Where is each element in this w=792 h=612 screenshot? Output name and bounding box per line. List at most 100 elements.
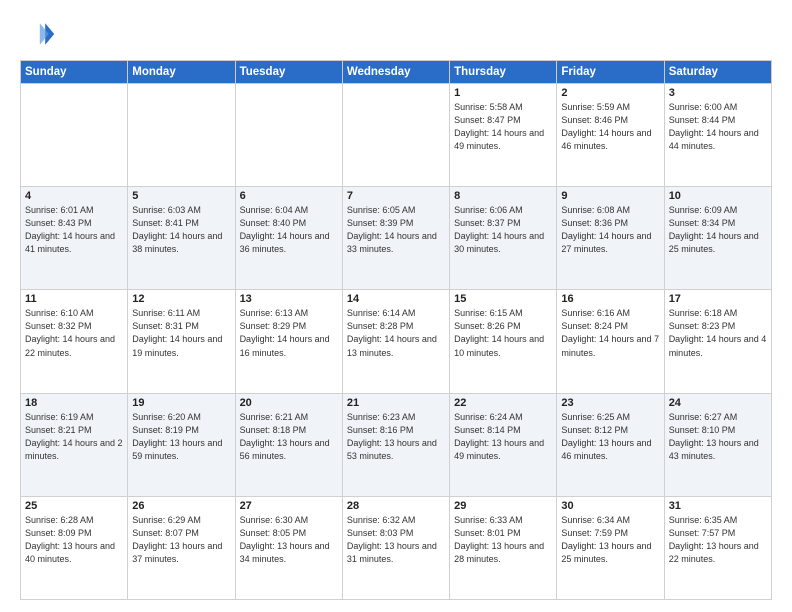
day-number: 7 bbox=[347, 190, 445, 202]
calendar-cell: 21 Sunrise: 6:23 AM Sunset: 8:16 PM Dayli… bbox=[342, 393, 449, 496]
day-info: Sunrise: 6:34 AM Sunset: 7:59 PM Dayligh… bbox=[561, 514, 659, 566]
day-number: 17 bbox=[669, 293, 767, 305]
day-info: Sunrise: 6:33 AM Sunset: 8:01 PM Dayligh… bbox=[454, 514, 552, 566]
day-number: 3 bbox=[669, 87, 767, 99]
day-info: Sunrise: 6:20 AM Sunset: 8:19 PM Dayligh… bbox=[132, 411, 230, 463]
day-info: Sunrise: 6:09 AM Sunset: 8:34 PM Dayligh… bbox=[669, 204, 767, 256]
weekday-header-tuesday: Tuesday bbox=[235, 61, 342, 84]
day-number: 20 bbox=[240, 397, 338, 409]
day-info: Sunrise: 6:27 AM Sunset: 8:10 PM Dayligh… bbox=[669, 411, 767, 463]
calendar-cell: 7Sunrise: 6:05 AM Sunset: 8:39 PM Daylig… bbox=[342, 187, 449, 290]
weekday-header-thursday: Thursday bbox=[450, 61, 557, 84]
calendar-cell: 10 Sunrise: 6:09 AM Sunset: 8:34 PM Dayli… bbox=[664, 187, 771, 290]
day-number: 21 bbox=[347, 397, 445, 409]
calendar-cell: 29Sunrise: 6:33 AM Sunset: 8:01 PM Dayli… bbox=[450, 496, 557, 599]
day-number: 25 bbox=[25, 500, 123, 512]
week-row-0: 1Sunrise: 5:58 AM Sunset: 8:47 PM Daylig… bbox=[21, 84, 772, 187]
calendar-cell: 2 Sunrise: 5:59 AM Sunset: 8:46 PM Daylig… bbox=[557, 84, 664, 187]
calendar-cell: 4Sunrise: 6:01 AM Sunset: 8:43 PM Daylig… bbox=[21, 187, 128, 290]
day-info: Sunrise: 6:28 AM Sunset: 8:09 PM Dayligh… bbox=[25, 514, 123, 566]
day-info: Sunrise: 6:25 AM Sunset: 8:12 PM Dayligh… bbox=[561, 411, 659, 463]
calendar-cell: 15Sunrise: 6:15 AM Sunset: 8:26 PM Dayli… bbox=[450, 290, 557, 393]
calendar-cell: 19 Sunrise: 6:20 AM Sunset: 8:19 PM Dayli… bbox=[128, 393, 235, 496]
day-info: Sunrise: 6:14 AM Sunset: 8:28 PM Dayligh… bbox=[347, 307, 445, 359]
calendar-cell: 1Sunrise: 5:58 AM Sunset: 8:47 PM Daylig… bbox=[450, 84, 557, 187]
day-info: Sunrise: 6:19 AM Sunset: 8:21 PM Dayligh… bbox=[25, 411, 123, 463]
calendar-cell: 23 Sunrise: 6:25 AM Sunset: 8:12 PM Dayli… bbox=[557, 393, 664, 496]
calendar-cell: 12Sunrise: 6:11 AM Sunset: 8:31 PM Dayli… bbox=[128, 290, 235, 393]
weekday-header-wednesday: Wednesday bbox=[342, 61, 449, 84]
calendar-cell: 30 Sunrise: 6:34 AM Sunset: 7:59 PM Dayli… bbox=[557, 496, 664, 599]
week-row-4: 25 Sunrise: 6:28 AM Sunset: 8:09 PM Dayli… bbox=[21, 496, 772, 599]
page: SundayMondayTuesdayWednesdayThursdayFrid… bbox=[0, 0, 792, 612]
calendar-cell bbox=[235, 84, 342, 187]
day-number: 16 bbox=[561, 293, 659, 305]
day-number: 28 bbox=[347, 500, 445, 512]
day-number: 26 bbox=[132, 500, 230, 512]
day-number: 19 bbox=[132, 397, 230, 409]
day-number: 1 bbox=[454, 87, 552, 99]
day-number: 14 bbox=[347, 293, 445, 305]
day-number: 10 bbox=[669, 190, 767, 202]
day-number: 12 bbox=[132, 293, 230, 305]
logo bbox=[20, 16, 60, 52]
day-number: 22 bbox=[454, 397, 552, 409]
day-info: Sunrise: 6:13 AM Sunset: 8:29 PM Dayligh… bbox=[240, 307, 338, 359]
calendar-cell: 26 Sunrise: 6:29 AM Sunset: 8:07 PM Dayli… bbox=[128, 496, 235, 599]
logo-icon bbox=[20, 16, 56, 52]
day-info: Sunrise: 6:18 AM Sunset: 8:23 PM Dayligh… bbox=[669, 307, 767, 359]
day-number: 15 bbox=[454, 293, 552, 305]
day-info: Sunrise: 6:08 AM Sunset: 8:36 PM Dayligh… bbox=[561, 204, 659, 256]
day-info: Sunrise: 6:00 AM Sunset: 8:44 PM Dayligh… bbox=[669, 101, 767, 153]
day-info: Sunrise: 6:35 AM Sunset: 7:57 PM Dayligh… bbox=[669, 514, 767, 566]
day-info: Sunrise: 6:24 AM Sunset: 8:14 PM Dayligh… bbox=[454, 411, 552, 463]
day-info: Sunrise: 6:32 AM Sunset: 8:03 PM Dayligh… bbox=[347, 514, 445, 566]
week-row-3: 18 Sunrise: 6:19 AM Sunset: 8:21 PM Dayli… bbox=[21, 393, 772, 496]
day-info: Sunrise: 6:06 AM Sunset: 8:37 PM Dayligh… bbox=[454, 204, 552, 256]
calendar-cell: 20 Sunrise: 6:21 AM Sunset: 8:18 PM Dayli… bbox=[235, 393, 342, 496]
day-number: 13 bbox=[240, 293, 338, 305]
day-number: 24 bbox=[669, 397, 767, 409]
calendar-cell: 25 Sunrise: 6:28 AM Sunset: 8:09 PM Dayli… bbox=[21, 496, 128, 599]
calendar-cell: 9 Sunrise: 6:08 AM Sunset: 8:36 PM Daylig… bbox=[557, 187, 664, 290]
weekday-header-row: SundayMondayTuesdayWednesdayThursdayFrid… bbox=[21, 61, 772, 84]
calendar-cell: 16 Sunrise: 6:16 AM Sunset: 8:24 PM Dayli… bbox=[557, 290, 664, 393]
calendar-cell bbox=[128, 84, 235, 187]
day-number: 11 bbox=[25, 293, 123, 305]
day-number: 30 bbox=[561, 500, 659, 512]
day-info: Sunrise: 6:01 AM Sunset: 8:43 PM Dayligh… bbox=[25, 204, 123, 256]
calendar-cell: 8 Sunrise: 6:06 AM Sunset: 8:37 PM Daylig… bbox=[450, 187, 557, 290]
day-number: 6 bbox=[240, 190, 338, 202]
day-info: Sunrise: 6:21 AM Sunset: 8:18 PM Dayligh… bbox=[240, 411, 338, 463]
day-info: Sunrise: 6:04 AM Sunset: 8:40 PM Dayligh… bbox=[240, 204, 338, 256]
calendar-cell: 11 Sunrise: 6:10 AM Sunset: 8:32 PM Dayli… bbox=[21, 290, 128, 393]
calendar-cell: 6 Sunrise: 6:04 AM Sunset: 8:40 PM Daylig… bbox=[235, 187, 342, 290]
day-number: 31 bbox=[669, 500, 767, 512]
day-info: Sunrise: 6:23 AM Sunset: 8:16 PM Dayligh… bbox=[347, 411, 445, 463]
day-number: 23 bbox=[561, 397, 659, 409]
calendar-cell: 14 Sunrise: 6:14 AM Sunset: 8:28 PM Dayli… bbox=[342, 290, 449, 393]
day-number: 8 bbox=[454, 190, 552, 202]
day-number: 2 bbox=[561, 87, 659, 99]
day-info: Sunrise: 6:30 AM Sunset: 8:05 PM Dayligh… bbox=[240, 514, 338, 566]
weekday-header-sunday: Sunday bbox=[21, 61, 128, 84]
day-number: 18 bbox=[25, 397, 123, 409]
calendar-cell: 18 Sunrise: 6:19 AM Sunset: 8:21 PM Dayli… bbox=[21, 393, 128, 496]
calendar: SundayMondayTuesdayWednesdayThursdayFrid… bbox=[20, 60, 772, 600]
day-info: Sunrise: 6:10 AM Sunset: 8:32 PM Dayligh… bbox=[25, 307, 123, 359]
week-row-1: 4Sunrise: 6:01 AM Sunset: 8:43 PM Daylig… bbox=[21, 187, 772, 290]
day-info: Sunrise: 6:03 AM Sunset: 8:41 PM Dayligh… bbox=[132, 204, 230, 256]
weekday-header-saturday: Saturday bbox=[664, 61, 771, 84]
day-number: 27 bbox=[240, 500, 338, 512]
day-info: Sunrise: 5:59 AM Sunset: 8:46 PM Dayligh… bbox=[561, 101, 659, 153]
weekday-header-friday: Friday bbox=[557, 61, 664, 84]
calendar-cell: 17 Sunrise: 6:18 AM Sunset: 8:23 PM Dayli… bbox=[664, 290, 771, 393]
calendar-cell: 3 Sunrise: 6:00 AM Sunset: 8:44 PM Daylig… bbox=[664, 84, 771, 187]
day-info: Sunrise: 6:16 AM Sunset: 8:24 PM Dayligh… bbox=[561, 307, 659, 359]
day-number: 9 bbox=[561, 190, 659, 202]
calendar-cell bbox=[342, 84, 449, 187]
day-info: Sunrise: 6:29 AM Sunset: 8:07 PM Dayligh… bbox=[132, 514, 230, 566]
calendar-cell: 5Sunrise: 6:03 AM Sunset: 8:41 PM Daylig… bbox=[128, 187, 235, 290]
calendar-cell: 28 Sunrise: 6:32 AM Sunset: 8:03 PM Dayli… bbox=[342, 496, 449, 599]
weekday-header-monday: Monday bbox=[128, 61, 235, 84]
